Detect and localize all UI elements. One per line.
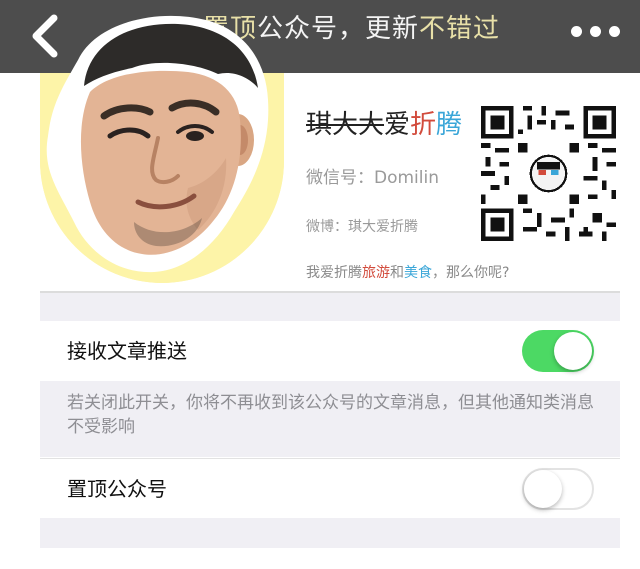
tagline: 我爱折腾旅游和美食，那么你呢? xyxy=(306,263,509,283)
tagline-travel: 旅游 xyxy=(362,265,390,281)
face-illustration xyxy=(46,15,269,273)
more-dots-icon[interactable] xyxy=(571,26,620,37)
dot xyxy=(609,26,620,37)
title-highlight: 不错过 xyxy=(419,14,501,44)
name-plain: 爱 xyxy=(384,110,411,140)
dot xyxy=(590,26,601,37)
receive-push-row: 接收文章推送 xyxy=(40,321,620,381)
tagline-text: ，那么你呢? xyxy=(432,265,510,281)
tagline-text: 和 xyxy=(390,265,404,281)
section-divider xyxy=(40,518,620,548)
tagline-text: 我爱折腾 xyxy=(306,265,362,281)
profile-name: 琪大大爱折腾 xyxy=(306,108,462,142)
wechat-id: 微信号：Domilin xyxy=(306,168,439,188)
pin-top-row: 置顶公众号 xyxy=(40,458,620,518)
section-divider xyxy=(40,291,620,321)
name-red: 折 xyxy=(410,110,437,140)
receive-push-hint: 若关闭此开关，你将不再收到该公众号的文章消息，但其他通知类消息不受影响 xyxy=(67,393,594,437)
receive-push-toggle[interactable] xyxy=(522,330,594,372)
tagline-food: 美食 xyxy=(404,265,432,281)
dot xyxy=(571,26,582,37)
name-strike: 琪大大 xyxy=(306,110,385,140)
receive-push-label: 接收文章推送 xyxy=(67,339,187,363)
toggle-knob xyxy=(524,470,562,508)
avatar xyxy=(38,8,274,276)
pin-top-label: 置顶公众号 xyxy=(67,477,167,501)
name-blue: 腾 xyxy=(436,110,463,140)
weibo-handle: 微博：琪大爱折腾 xyxy=(306,219,418,235)
toggle-knob xyxy=(554,332,592,370)
pin-top-toggle[interactable] xyxy=(522,468,594,510)
title-text: 公众号，更新 xyxy=(257,14,420,44)
qr-code-icon xyxy=(481,106,616,241)
